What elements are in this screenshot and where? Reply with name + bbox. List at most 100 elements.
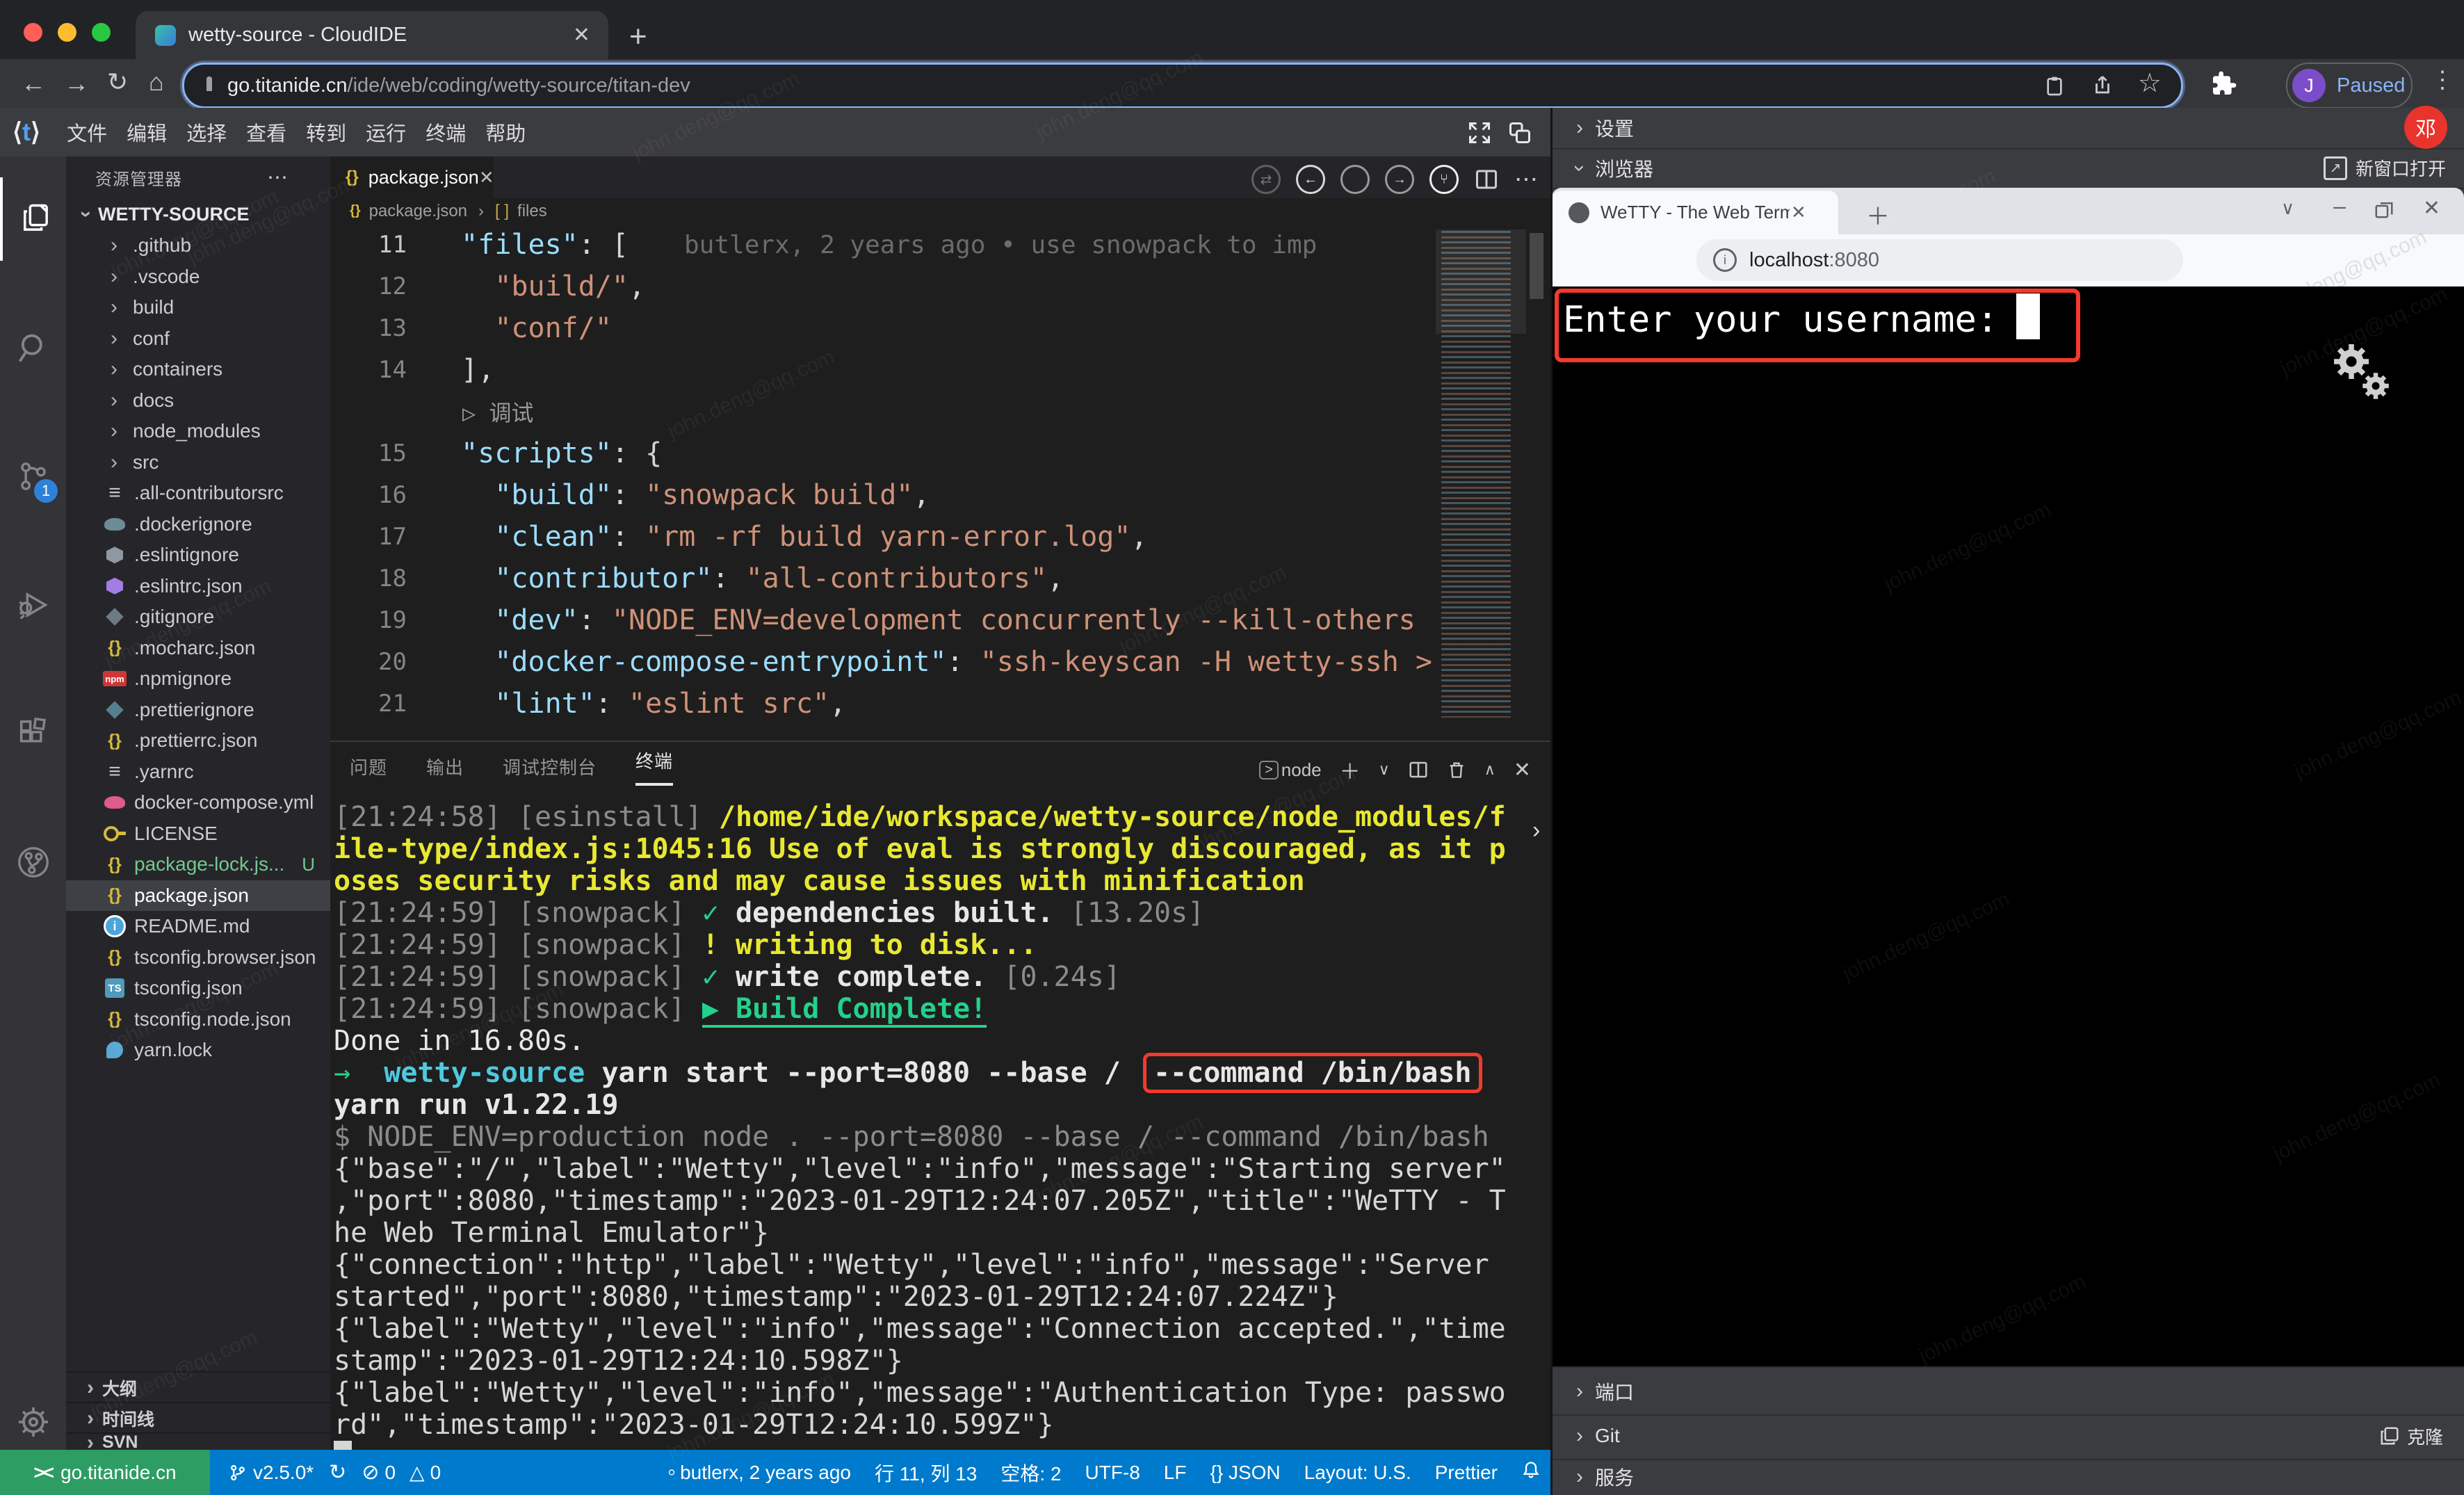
branch-item[interactable]: v2.5.0* [228,1462,314,1484]
tree-item[interactable]: yarn.lock [66,1035,330,1066]
close-icon[interactable]: ✕ [2423,196,2440,220]
split-editor-icon[interactable] [1474,167,1499,192]
bookmark-star-icon[interactable]: ☆ [2138,67,2162,99]
browser-menu-icon[interactable]: ⋮ [2431,66,2454,94]
tree-item[interactable]: ≡.yarnrc [66,757,330,788]
menu-item-7[interactable]: 帮助 [485,118,526,147]
new-terminal-icon[interactable]: ＋ [1340,754,1361,785]
source-control-icon[interactable]: 1 [0,435,66,518]
code-editor[interactable]: 11 "files": [butlerx, 2 years ago • use … [330,224,1552,741]
status-item[interactable]: Prettier [1435,1462,1498,1484]
status-item[interactable]: UTF-8 [1085,1462,1140,1484]
layout-windows-icon[interactable] [1507,120,1532,145]
menu-item-6[interactable]: 终端 [425,118,466,147]
tree-item[interactable]: .eslintrc.json [66,571,330,602]
web-tab-close-icon[interactable]: ✕ [1791,202,1806,223]
split-terminal-icon[interactable] [1408,759,1429,780]
tree-item[interactable]: docker-compose.yml [66,787,330,818]
remote-indicator[interactable]: >< go.titanide.cn [0,1450,210,1495]
menu-item-4[interactable]: 转到 [306,118,346,147]
more-actions-icon[interactable]: ⋯ [1514,165,1538,193]
web-address-bar[interactable]: i localhost :8080 [1696,239,2183,281]
tab-search-chevron-icon[interactable]: ∨ [2281,197,2294,219]
explorer-icon[interactable] [0,177,69,261]
next-change-icon[interactable]: → [1385,165,1414,194]
extensions-icon[interactable] [0,692,66,775]
menu-item-3[interactable]: 查看 [246,118,286,147]
tree-item[interactable]: {}.mocharc.json [66,633,330,664]
open-new-window-button[interactable]: ↗ 新窗口打开 [2324,155,2446,181]
browser-section[interactable]: ›浏览器 ↗ 新窗口打开 [1552,148,2464,189]
status-item[interactable]: 行 11, 列 13 [875,1459,977,1487]
tree-item[interactable]: ›build [66,292,330,323]
status-item[interactable]: 空格: 2 [1000,1459,1061,1487]
tree-item[interactable]: ›node_modules [66,416,330,447]
clipboard-icon[interactable] [2043,74,2066,98]
previous-change-icon[interactable]: ← [1296,165,1325,194]
editor-tab-package-json[interactable]: {} package.json ✕ [330,156,494,198]
tree-item[interactable]: .dockerignore [66,509,330,540]
editor-scrollbar[interactable] [1530,233,1543,299]
search-icon[interactable] [0,306,66,389]
breadcrumb[interactable]: {} package.json › [ ] files [330,198,1552,224]
tree-item[interactable]: ›conf [66,323,330,355]
menu-item-0[interactable]: 文件 [67,118,107,147]
macos-minimize-button[interactable] [58,23,76,42]
kill-terminal-trash-icon[interactable] [1447,759,1466,780]
explorer-more-icon[interactable]: ⋯ [267,165,289,190]
tree-item[interactable]: ›src [66,447,330,478]
browser-tab[interactable]: wetty-source - CloudIDE ✕ [136,11,608,59]
new-tab-button[interactable]: + [629,19,647,54]
tree-item[interactable]: npm.npmignore [66,663,330,695]
tree-item[interactable]: {}.prettierrc.json [66,725,330,757]
panel-tab-调试控制台[interactable]: 调试控制台 [503,754,597,779]
tree-root[interactable]: › WETTY-SOURCE [66,198,330,230]
home-icon[interactable]: ⌂ [149,67,164,97]
user-avatar[interactable]: 邓 [2404,106,2447,149]
profile-chip[interactable]: J Paused [2286,63,2413,108]
notifications-bell-icon[interactable] [1521,1460,1541,1485]
extensions-puzzle-icon[interactable] [2210,70,2237,98]
tree-item[interactable]: TStsconfig.json [66,973,330,1004]
maximize-panel-icon[interactable]: ∧ [1484,761,1496,779]
services-section[interactable]: ›服务 [1552,1459,2464,1495]
status-item[interactable]: {} JSON [1210,1462,1280,1484]
tree-item[interactable]: iREADME.md [66,911,330,942]
status-item[interactable]: LF [1164,1462,1187,1484]
problems-item[interactable]: ⊘ 0 △ 0 [362,1460,441,1485]
menu-item-1[interactable]: 编辑 [127,118,167,147]
compare-changes-icon[interactable]: ⇄ [1251,165,1281,194]
ports-section[interactable]: ›端口 [1552,1366,2464,1416]
tree-item[interactable]: .eslintignore [66,540,330,571]
tree-item[interactable]: LICENSE [66,818,330,850]
svn-section[interactable]: ›SVN [66,1432,330,1451]
tree-item[interactable]: {}tsconfig.node.json [66,1004,330,1035]
forward-icon[interactable]: → [64,69,89,98]
tree-item[interactable]: {}package.json [66,880,330,912]
macos-close-button[interactable] [24,23,42,42]
git-section[interactable]: ›Git 克隆 [1552,1413,2464,1460]
tree-item[interactable]: ›.vscode [66,261,330,293]
tree-item[interactable]: {}tsconfig.browser.json [66,942,330,973]
tree-item[interactable]: ›.github [66,230,330,261]
shell-selector[interactable]: > node [1259,759,1322,781]
panel-right-chevron-icon[interactable]: › [1532,817,1540,844]
panel-divider[interactable] [1550,108,1553,1495]
tree-item[interactable]: ≡.all-contributorsrc [66,478,330,509]
settings-section[interactable]: ›设置 [1552,108,2464,150]
tree-item[interactable]: {}package-lock.js...U [66,849,330,880]
clone-button[interactable]: 克隆 [2379,1423,2443,1449]
minimap-slider[interactable] [1436,229,1526,334]
sync-icon[interactable]: ↻ [329,1460,346,1485]
menu-item-2[interactable]: 选择 [186,118,227,147]
menu-item-5[interactable]: 运行 [366,118,406,147]
status-item[interactable]: ◦butlerx, 2 years ago [667,1459,851,1486]
minimize-icon[interactable]: – [2333,193,2346,219]
run-debug-icon[interactable] [0,563,66,647]
tree-item[interactable]: ›docs [66,385,330,417]
back-icon[interactable]: ← [21,69,46,98]
panel-tab-终端[interactable]: 终端 [635,748,673,786]
wetty-settings-gears-icon[interactable] [2324,341,2400,410]
web-tab[interactable]: WeTTY - The Web Terminal ✕ [1552,191,1838,234]
share-icon[interactable] [2091,73,2114,98]
